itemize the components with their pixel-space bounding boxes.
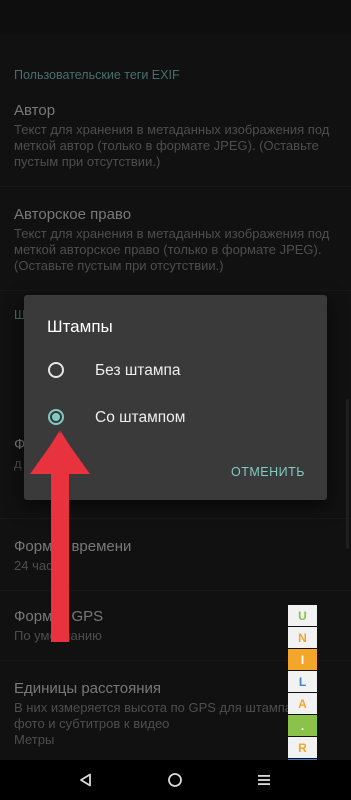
navigation-bar (0, 760, 351, 800)
home-button[interactable] (161, 766, 189, 794)
watermark-letter: U (288, 605, 317, 626)
watermark-letter: N (288, 627, 317, 648)
watermark-letter: . (288, 715, 317, 736)
recents-menu-icon (258, 775, 270, 785)
back-triangle-icon (80, 773, 91, 787)
watermark-letter: A (288, 693, 317, 714)
cancel-button[interactable]: ОТМЕНИТЬ (231, 465, 305, 479)
option-no-stamp[interactable]: Без штампа (24, 350, 327, 394)
option-with-stamp-label: Со штампом (95, 409, 186, 426)
radio-unchecked-icon[interactable] (48, 362, 64, 378)
dialog-title: Штампы (47, 317, 113, 336)
unila-watermark: U N I L A . R U (288, 605, 317, 781)
option-no-stamp-label: Без штампа (95, 362, 181, 379)
recents-button[interactable] (250, 766, 278, 794)
radio-checked-icon[interactable] (48, 409, 64, 425)
stamps-dialog: Штампы Без штампа Со штампом ОТМЕНИТЬ (24, 295, 327, 500)
back-button[interactable] (72, 766, 100, 794)
home-circle-icon (168, 773, 182, 787)
watermark-letter: L (288, 671, 317, 692)
watermark-letter: R (288, 737, 317, 758)
watermark-letter: I (288, 649, 317, 670)
option-with-stamp[interactable]: Со штампом (24, 397, 327, 441)
